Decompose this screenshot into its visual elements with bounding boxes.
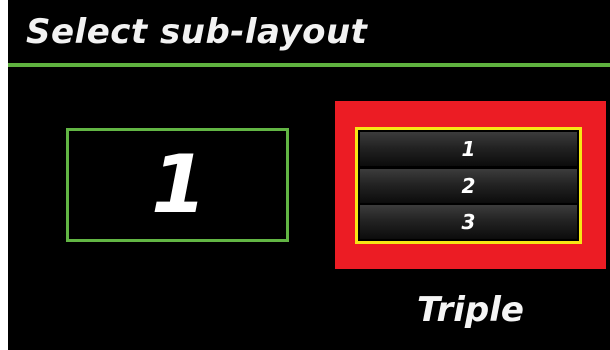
triple-row-1: 1 — [360, 132, 577, 166]
triple-row-2: 2 — [360, 168, 577, 203]
page-title: Select sub-layout — [26, 12, 368, 52]
triple-row-3: 3 — [360, 205, 577, 239]
sub-layout-option-triple[interactable]: 1 2 3 — [335, 101, 606, 269]
triple-layout-preview: 1 2 3 — [355, 127, 582, 244]
sub-layout-dialog: Select sub-layout 1 1 2 3 Triple — [8, 0, 610, 350]
title-divider — [8, 63, 610, 67]
selected-layout-label: Triple — [417, 290, 524, 330]
sub-layout-option-single[interactable]: 1 — [66, 128, 289, 242]
single-layout-number: 1 — [151, 138, 207, 231]
screen: Select sub-layout 1 1 2 3 Triple — [0, 0, 610, 350]
